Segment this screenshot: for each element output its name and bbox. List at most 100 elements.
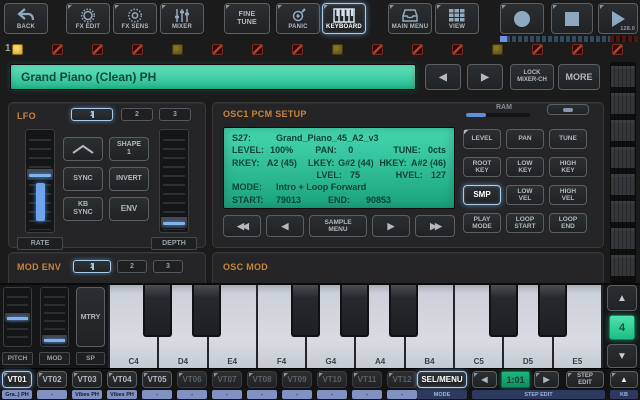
preset-name-display[interactable]: Grand Piano (Clean) PH — [10, 64, 416, 90]
step-marker[interactable] — [92, 44, 103, 55]
fx-sens-button[interactable]: FX SENS — [113, 3, 157, 34]
mod-env-tab-1[interactable]: 1 — [73, 260, 111, 273]
sel-menu-button[interactable]: SEL/MENU — [417, 371, 467, 388]
track-tab-vt02[interactable]: VT02 — [37, 371, 67, 388]
lfo-rate-handle[interactable] — [26, 168, 54, 181]
step-marker[interactable] — [12, 44, 23, 55]
preset-next-button[interactable]: ▶ — [467, 64, 503, 90]
low-vel-button[interactable]: LOW VEL — [506, 185, 544, 205]
main-menu-button[interactable]: MAIN MENU — [388, 3, 432, 34]
track-tab-vt10[interactable]: VT10 — [317, 371, 347, 388]
lfo-depth-handle[interactable] — [160, 216, 188, 229]
black-key-d-sharp-4[interactable] — [192, 285, 221, 337]
low-key-button[interactable]: LOW KEY — [506, 157, 544, 177]
level-select-button[interactable]: LEVEL — [463, 129, 501, 149]
lfo-env-button[interactable]: ENV — [109, 197, 149, 221]
step-marker[interactable] — [212, 44, 223, 55]
track-tab-vt11[interactable]: VT11 — [352, 371, 382, 388]
mod-wheel[interactable] — [40, 287, 69, 347]
step-marker[interactable] — [452, 44, 463, 55]
step-marker[interactable] — [292, 44, 303, 55]
pan-select-button[interactable]: PAN — [506, 129, 544, 149]
black-key-g-sharp-4[interactable] — [340, 285, 369, 337]
octave-down-button[interactable]: ▼ — [607, 344, 637, 368]
mtry-button[interactable]: MTRY — [76, 287, 105, 347]
pitch-wheel-handle[interactable] — [4, 312, 31, 323]
step-marker[interactable] — [572, 44, 583, 55]
lock-mixer-ch-button[interactable]: LOCK MIXER-CH — [510, 64, 554, 90]
track-tab-vt01[interactable]: VT01 — [2, 371, 32, 388]
octave-up-button[interactable]: ▲ — [607, 285, 637, 311]
record-button[interactable] — [500, 3, 544, 34]
sample-rewind-button[interactable]: ◀◀ — [223, 215, 261, 237]
step-marker[interactable] — [372, 44, 383, 55]
high-vel-button[interactable]: HIGH VEL — [549, 185, 587, 205]
ram-eject-button[interactable] — [547, 104, 589, 115]
play-button[interactable]: 128.0 — [598, 3, 638, 34]
stop-button[interactable] — [551, 3, 593, 34]
step-marker[interactable] — [612, 44, 623, 55]
lfo-sync-button[interactable]: SYNC — [63, 167, 103, 191]
song-position-strip[interactable] — [500, 36, 638, 42]
track-tab-vt06[interactable]: VT06 — [177, 371, 207, 388]
panic-button[interactable]: PANIC — [276, 3, 320, 34]
step-marker[interactable] — [172, 44, 183, 55]
step-marker[interactable] — [332, 44, 343, 55]
black-key-c-sharp-5[interactable] — [489, 285, 518, 337]
mod-env-tab-2[interactable]: 2 — [117, 260, 147, 273]
lfo-tab-1[interactable]: 1 — [71, 108, 113, 121]
track-tab-vt09[interactable]: VT09 — [282, 371, 312, 388]
step-edit-button[interactable]: STEP EDIT — [566, 371, 604, 388]
step-marker[interactable] — [412, 44, 423, 55]
step-marker[interactable] — [532, 44, 543, 55]
lfo-shape-wave-button[interactable] — [63, 137, 103, 161]
step-marker[interactable] — [492, 44, 503, 55]
step-marker[interactable] — [252, 44, 263, 55]
track-tab-vt05[interactable]: VT05 — [142, 371, 172, 388]
black-key-d-sharp-5[interactable] — [538, 285, 567, 337]
play-mode-button[interactable]: PLAY MODE — [463, 213, 501, 233]
view-button[interactable]: VIEW — [435, 3, 479, 34]
kb-toggle-button[interactable]: ▲ — [610, 371, 638, 388]
mixer-button[interactable]: MIXER — [160, 3, 204, 34]
lfo-kb-sync-button[interactable]: KB SYNC — [63, 197, 103, 221]
tune-select-button[interactable]: TUNE — [549, 129, 587, 149]
fine-tune-button[interactable]: FINE TUNE — [224, 3, 270, 34]
root-key-button[interactable]: ROOT KEY — [463, 157, 501, 177]
loop-end-button[interactable]: LOOP END — [549, 213, 587, 233]
step-marker[interactable] — [52, 44, 63, 55]
track-tab-vt12[interactable]: VT12 — [387, 371, 417, 388]
step-marker[interactable] — [132, 44, 143, 55]
high-key-button[interactable]: HIGH KEY — [549, 157, 587, 177]
track-tab-vt08[interactable]: VT08 — [247, 371, 277, 388]
lfo-rate-slider[interactable] — [25, 129, 55, 233]
track-tab-vt07[interactable]: VT07 — [212, 371, 242, 388]
keyboard-button[interactable]: KEYBOARD — [322, 3, 366, 34]
lfo-depth-slider[interactable] — [159, 129, 189, 233]
lfo-shape-select-button[interactable]: SHAPE 1 — [109, 137, 149, 161]
right-scroll-strip[interactable] — [610, 62, 636, 283]
sample-menu-button[interactable]: SAMPLE MENU — [309, 215, 367, 237]
pitch-wheel[interactable] — [3, 287, 32, 347]
black-key-f-sharp-4[interactable] — [291, 285, 320, 337]
mod-wheel-handle[interactable] — [41, 334, 68, 345]
sample-next-button[interactable]: ▶ — [372, 215, 410, 237]
track-tab-vt04[interactable]: VT04 — [107, 371, 137, 388]
pattern-prev-button[interactable]: ◀ — [472, 371, 497, 388]
lfo-tab-3[interactable]: 3 — [159, 108, 191, 121]
track-tab-vt03[interactable]: VT03 — [72, 371, 102, 388]
more-button[interactable]: MORE — [558, 64, 600, 90]
mod-env-tab-3[interactable]: 3 — [153, 260, 183, 273]
loop-start-button[interactable]: LOOP START — [506, 213, 544, 233]
back-button[interactable]: BACK — [4, 3, 48, 34]
black-key-a-sharp-4[interactable] — [389, 285, 418, 337]
smp-button[interactable]: SMP — [463, 185, 501, 205]
pattern-next-button[interactable]: ▶ — [534, 371, 559, 388]
sample-forward-button[interactable]: ▶▶ — [415, 215, 455, 237]
lfo-invert-button[interactable]: INVERT — [109, 167, 149, 191]
black-key-c-sharp-4[interactable] — [143, 285, 172, 337]
sample-prev-button[interactable]: ◀ — [266, 215, 304, 237]
lfo-tab-2[interactable]: 2 — [121, 108, 153, 121]
fx-edit-button[interactable]: FX EDIT — [66, 3, 110, 34]
preset-prev-button[interactable]: ◀ — [425, 64, 461, 90]
